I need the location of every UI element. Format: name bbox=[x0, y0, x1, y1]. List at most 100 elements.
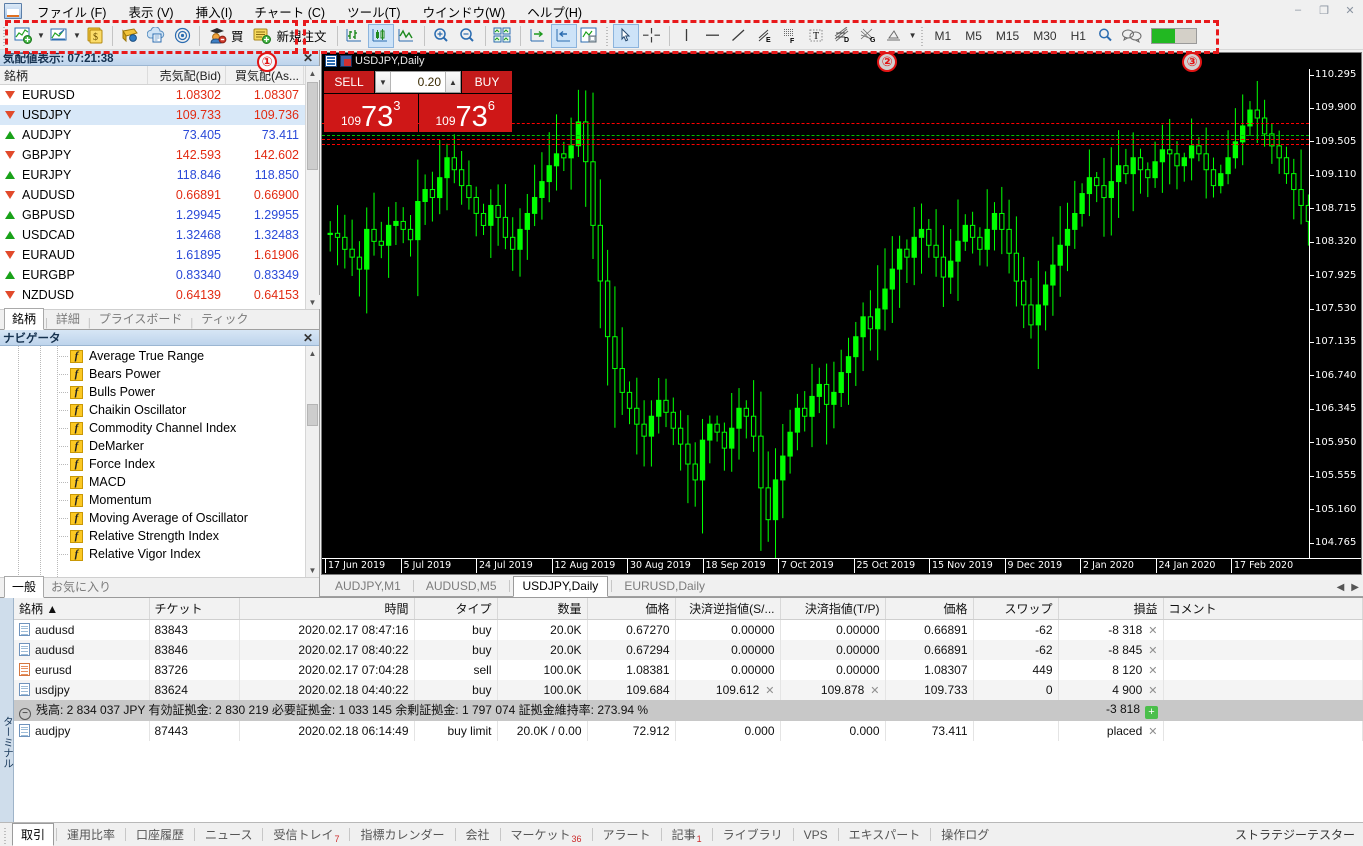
market-watch-icon[interactable]: $ bbox=[82, 24, 108, 48]
menu-insert[interactable]: 挿入(I) bbox=[185, 0, 244, 24]
bottom-grip[interactable] bbox=[2, 825, 9, 844]
menu-tools[interactable]: ツール(T) bbox=[336, 0, 411, 24]
buy-price-button[interactable]: 109 73 6 bbox=[418, 94, 512, 132]
data-window-icon[interactable] bbox=[117, 24, 143, 48]
market-watch-row[interactable]: USDCAD 1.32468 1.32483 bbox=[0, 225, 305, 245]
close-position-icon[interactable]: ✕ bbox=[1148, 625, 1157, 637]
chat-icon[interactable] bbox=[1119, 24, 1145, 48]
chart-tab-2[interactable]: USDJPY,Daily bbox=[512, 576, 609, 597]
chart-tab-next-icon[interactable]: ▶ bbox=[1351, 582, 1359, 593]
bottom-tab-12[interactable]: エキスパート bbox=[841, 824, 929, 845]
zoom-in-icon[interactable] bbox=[429, 24, 455, 48]
market-watch-row[interactable]: GBPJPY 142.593 142.602 bbox=[0, 145, 305, 165]
shift-end-icon[interactable] bbox=[525, 24, 551, 48]
navigator-icon[interactable] bbox=[143, 24, 169, 48]
market-watch-row[interactable]: EURGBP 0.83340 0.83349 bbox=[0, 265, 305, 285]
volume-increase-icon[interactable]: ▲ bbox=[445, 72, 460, 92]
navigator-indicator-item[interactable]: f Average True Range bbox=[0, 347, 305, 365]
trade-row[interactable]: audusd 83846 2020.02.17 08:40:22 buy 20.0K 0.… bbox=[14, 639, 1363, 660]
chart-tab-prev-icon[interactable]: ◀ bbox=[1337, 582, 1345, 593]
trades-col-2[interactable]: 時間 bbox=[239, 598, 415, 620]
profiles-dropdown-icon[interactable]: ▼ bbox=[72, 24, 82, 48]
navigator-tab-0[interactable]: 一般 bbox=[4, 576, 45, 598]
market-watch-row[interactable]: EURJPY 118.846 118.850 bbox=[0, 165, 305, 185]
navigator-indicator-item[interactable]: f Momentum bbox=[0, 491, 305, 509]
expand-icon[interactable]: + bbox=[1145, 705, 1158, 719]
timeframe-m1[interactable]: M1 bbox=[928, 25, 959, 47]
sell-price-button[interactable]: 109 73 3 bbox=[324, 94, 418, 132]
new-chart-dropdown-icon[interactable]: ▼ bbox=[36, 24, 46, 48]
bottom-tab-6[interactable]: 会社 bbox=[458, 824, 498, 845]
close-position-icon[interactable]: ✕ bbox=[870, 685, 879, 697]
navigator-indicator-item[interactable]: f Force Index bbox=[0, 455, 305, 473]
market-watch-close-icon[interactable]: ✕ bbox=[300, 51, 316, 65]
signals-icon[interactable] bbox=[169, 24, 195, 48]
navigator-tab-1[interactable]: お気に入り bbox=[44, 577, 118, 597]
new-order-label[interactable]: 新規注文 bbox=[276, 26, 333, 45]
trades-col-4[interactable]: 数量 bbox=[497, 598, 588, 620]
menu-window[interactable]: ウインドウ(W) bbox=[412, 0, 517, 24]
bottom-tab-2[interactable]: 口座履歴 bbox=[128, 824, 192, 845]
trades-col-5[interactable]: 価格 bbox=[587, 598, 676, 620]
trades-col-7[interactable]: 決済指値(T/P) bbox=[780, 598, 886, 620]
navigator-indicator-item[interactable]: f Relative Vigor Index bbox=[0, 545, 305, 563]
connection-status-toggle[interactable] bbox=[1150, 27, 1197, 44]
timeframe-m5[interactable]: M5 bbox=[958, 25, 989, 47]
close-position-icon[interactable]: ✕ bbox=[1148, 685, 1157, 697]
trades-col-6[interactable]: 決済逆指値(S/... bbox=[675, 598, 781, 620]
equidistant-channel-icon[interactable]: E bbox=[752, 24, 778, 48]
chart-tab-1[interactable]: AUDUSD,M5 bbox=[417, 577, 506, 596]
market-watch-row[interactable]: AUDUSD 0.66891 0.66900 bbox=[0, 185, 305, 205]
market-watch-row[interactable]: AUDJPY 73.405 73.411 bbox=[0, 125, 305, 145]
menu-view[interactable]: 表示 (V) bbox=[117, 0, 184, 24]
market-watch-row[interactable]: GBPUSD 1.29945 1.29955 bbox=[0, 205, 305, 225]
tile-windows-icon[interactable] bbox=[490, 24, 516, 48]
navigator-indicator-item[interactable]: f MACD bbox=[0, 473, 305, 491]
navigator-indicator-item[interactable]: f Commodity Channel Index bbox=[0, 419, 305, 437]
strategy-tester-icon[interactable] bbox=[204, 24, 230, 48]
market-watch-tab-0[interactable]: 銘柄 bbox=[4, 308, 45, 330]
nav-scroll-up-icon[interactable]: ▲ bbox=[305, 346, 319, 360]
navigator-indicator-item[interactable]: f DeMarker bbox=[0, 437, 305, 455]
market-watch-tab-3[interactable]: ティック bbox=[194, 309, 255, 329]
chart-tab-nav[interactable]: ◀ ▶ bbox=[1337, 582, 1359, 593]
bottom-tab-10[interactable]: ライブラリ bbox=[715, 824, 791, 845]
market-watch-scrollbar[interactable]: ▲ ▼ bbox=[305, 66, 320, 309]
navigator-indicator-item[interactable]: f Bulls Power bbox=[0, 383, 305, 401]
menu-chart[interactable]: チャート (C) bbox=[243, 0, 336, 24]
trendline-icon[interactable] bbox=[726, 24, 752, 48]
timeframe-h1[interactable]: H1 bbox=[1064, 25, 1093, 47]
trades-col-0[interactable]: 銘柄 ▲ bbox=[14, 598, 150, 620]
gann-icon[interactable]: G bbox=[856, 24, 882, 48]
close-position-icon[interactable]: ✕ bbox=[765, 685, 774, 697]
horizontal-line-icon[interactable] bbox=[700, 24, 726, 48]
maximize-button[interactable]: ❐ bbox=[1311, 0, 1337, 20]
terminal-vertical-tab[interactable]: ターミナル bbox=[0, 598, 14, 822]
vertical-line-icon[interactable] bbox=[674, 24, 700, 48]
profiles-icon[interactable] bbox=[46, 24, 72, 48]
market-watch-row[interactable]: NZDUSD 0.64139 0.64153 bbox=[0, 285, 305, 305]
trades-col-10[interactable]: 損益 bbox=[1058, 598, 1164, 620]
market-watch-row[interactable]: EURAUD 1.61895 1.61906 bbox=[0, 245, 305, 265]
line-chart-icon[interactable] bbox=[394, 24, 420, 48]
sell-label[interactable]: SELL bbox=[324, 71, 374, 93]
volume-decrease-icon[interactable]: ▼ bbox=[376, 72, 391, 92]
chart-canvas[interactable]: SELL ▼ 0.20 ▲ BUY 109 73 3 109 73 6 bbox=[322, 69, 1309, 558]
minimize-button[interactable]: – bbox=[1285, 0, 1311, 20]
crosshair-icon[interactable] bbox=[639, 24, 665, 48]
toolbar-grip-3[interactable] bbox=[918, 24, 926, 47]
trades-col-8[interactable]: 価格 bbox=[885, 598, 974, 620]
buy-label[interactable]: 買 bbox=[230, 26, 250, 45]
trades-col-11[interactable]: コメント bbox=[1163, 598, 1363, 620]
zoom-out-icon[interactable] bbox=[455, 24, 481, 48]
strategy-tester-label[interactable]: ストラテジーテスター bbox=[1235, 826, 1355, 843]
col-bid[interactable]: 売気配(Bid) bbox=[148, 66, 226, 84]
shapes-icon[interactable] bbox=[882, 24, 908, 48]
trade-row[interactable]: usdjpy 83624 2020.02.18 04:40:22 buy 100.0K 1… bbox=[14, 679, 1363, 700]
save-template-icon[interactable] bbox=[577, 24, 603, 48]
trade-row[interactable]: eurusd 83726 2020.02.17 07:04:28 sell 100.0K… bbox=[14, 659, 1363, 680]
auto-scroll-icon[interactable] bbox=[550, 23, 577, 48]
new-chart-icon[interactable] bbox=[10, 24, 36, 48]
close-position-icon[interactable]: ✕ bbox=[1148, 645, 1157, 657]
timeframe-m15[interactable]: M15 bbox=[989, 25, 1026, 47]
